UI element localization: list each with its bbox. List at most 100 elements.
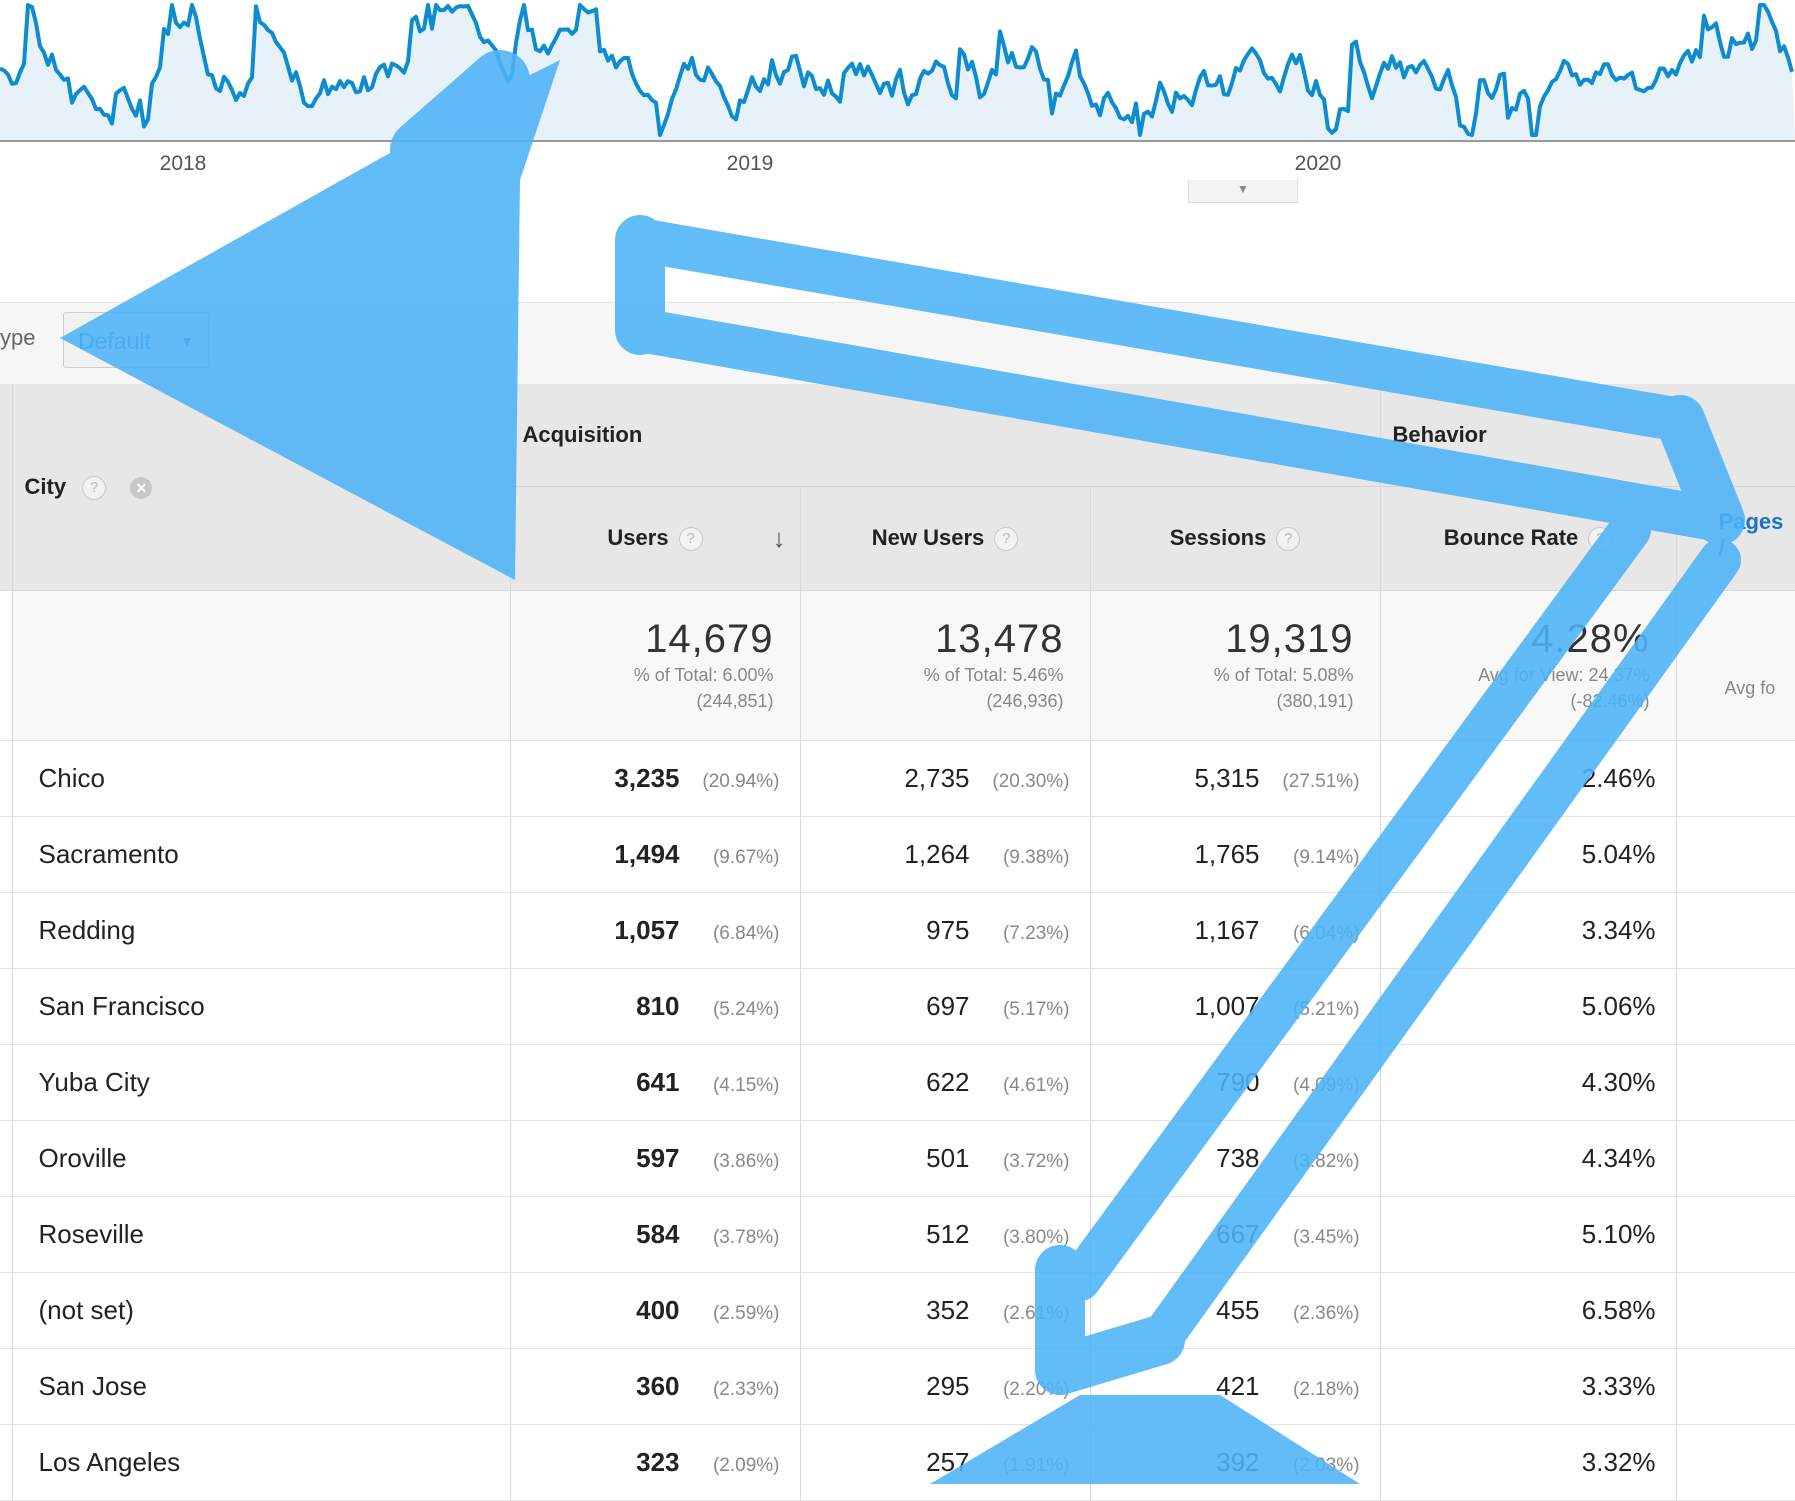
city-link[interactable]: (not set) [12,1272,511,1349]
table-row[interactable]: Roseville 584 (3.78%) 512 (3.80%) 667 (3.45%) 5… [0,1196,1795,1273]
new-users-percent: (7.23%) [1002,922,1070,944]
sessions-percent: (4.09%) [1293,1074,1360,1096]
sessions-value: 421 [1216,1370,1260,1401]
chevron-down-icon: ▼ [1237,182,1249,196]
bounce-rate-cell: 2.46% [1380,740,1677,817]
city-link[interactable]: Oroville [12,1120,511,1197]
users-value: 597 [636,1142,680,1173]
total-new-users-cell: 13,478 % of Total: 5.46% (246,936) [800,590,1091,741]
sessions-value: 5,315 [1194,762,1260,793]
table-row[interactable]: Sacramento 1,494 (9.67%) 1,264 (9.38%) 1,765 (… [0,816,1795,893]
bounce-rate-cell: 3.34% [1380,892,1677,969]
city-link[interactable]: Sacramento [12,816,511,893]
row-selector [0,1120,13,1197]
table-row[interactable]: San Francisco 810 (5.24%) 697 (5.17%) 1,007 (5… [0,968,1795,1045]
users-cell: 597 (3.86%) [510,1120,801,1197]
new-users-cell: 622 (4.61%) [800,1044,1091,1121]
help-icon[interactable]: ? [678,527,703,552]
sessions-column-header[interactable]: Sessions? [1090,486,1381,591]
users-value: 3,235 [614,762,680,793]
city-link[interactable]: Roseville [12,1196,511,1273]
sessions-value: 1,007 [1194,990,1260,1021]
bounce-rate-cell: 5.10% [1380,1196,1677,1273]
sessions-percent: (9.14%) [1293,846,1360,868]
help-icon[interactable]: ? [1276,527,1301,552]
table-body: Chico 3,235 (20.94%) 2,735 (20.30%) 5,315 (27.… [0,740,1795,1501]
type-dropdown[interactable]: Default ▼ [63,312,209,368]
users-value: 360 [636,1370,680,1401]
help-icon[interactable]: ? [1588,527,1613,552]
new-users-cell: 2,735 (20.30%) [800,740,1091,817]
total-bounce-rate-avg: Avg for View: 24.37% [1478,664,1650,685]
new-users-cell: 512 (3.80%) [800,1196,1091,1273]
city-link[interactable]: Chico [12,740,511,817]
users-cell: 810 (5.24%) [510,968,801,1045]
total-bounce-rate-diff: (-82.46%) [1570,690,1650,711]
users-percent: (2.59%) [712,1302,780,1324]
new-users-cell: 697 (5.17%) [800,968,1091,1045]
new-users-column-header[interactable]: New Users? [800,486,1091,591]
new-users-value: 501 [926,1142,970,1173]
bounce-rate-cell: 6.58% [1380,1272,1677,1349]
new-users-percent: (5.17%) [1002,998,1070,1020]
chart-collapse-toggle[interactable]: ▼ [1188,180,1298,203]
table-row[interactable]: Redding 1,057 (6.84%) 975 (7.23%) 1,167 (6.04%… [0,892,1795,969]
table-row[interactable]: Oroville 597 (3.86%) 501 (3.72%) 738 (3.82%) 4.… [0,1120,1795,1197]
new-users-percent: (3.72%) [1002,1150,1070,1172]
caret-down-icon: ▼ [180,333,194,349]
sort-descending-icon[interactable]: ↓ [773,523,786,554]
total-sessions-value: 19,319 [1225,616,1354,661]
users-percent: (20.94%) [702,770,780,792]
table-row[interactable]: Los Angeles 323 (2.09%) 257 (1.91%) 392 (2.03%… [0,1424,1795,1501]
help-icon[interactable]: ? [994,527,1019,552]
row-selector [0,816,13,893]
pages-header-label: Pages / [1718,508,1784,560]
report-table: City ? ✕ Acquisition Behavior Users? ↓ N… [0,384,1795,1501]
group-header-row: City ? ✕ Acquisition Behavior [0,384,1795,591]
city-column-header[interactable]: City ? ✕ [12,384,511,591]
users-column-header[interactable]: Users? ↓ [510,486,801,591]
new-users-header-label: New Users [871,524,985,550]
users-percent: (2.33%) [712,1378,780,1400]
total-new-users-share: % of Total: 5.46% [923,664,1064,685]
sessions-percent: (5.21%) [1293,998,1360,1020]
city-link[interactable]: Yuba City [12,1044,511,1121]
city-link[interactable]: Redding [12,892,511,969]
table-row[interactable]: San Jose 360 (2.33%) 295 (2.20%) 421 (2.18%) 3.… [0,1348,1795,1425]
bounce-rate-cell: 5.06% [1380,968,1677,1045]
table-row[interactable]: Yuba City 641 (4.15%) 622 (4.61%) 790 (4.09%) 4… [0,1044,1795,1121]
sessions-cell: 5,315 (27.51%) [1090,740,1381,817]
sessions-percent: (3.45%) [1293,1226,1360,1248]
row-selector [0,1044,13,1121]
sessions-cell: 667 (3.45%) [1090,1196,1381,1273]
new-users-cell: 295 (2.20%) [800,1348,1091,1425]
users-cell: 641 (4.15%) [510,1044,801,1121]
sessions-value: 455 [1216,1294,1260,1325]
new-users-value: 1,264 [904,838,970,869]
table-row[interactable]: Chico 3,235 (20.94%) 2,735 (20.30%) 5,315 (27.… [0,740,1795,817]
totals-spacer [0,590,13,741]
users-percent: (5.24%) [712,998,780,1020]
total-pages-avg: Avg fo [1724,677,1776,698]
year-label-2018: 2018 [159,152,207,175]
year-label-2020: 2020 [1294,152,1342,175]
bounce-rate-cell: 4.30% [1380,1044,1677,1121]
users-percent: (4.15%) [712,1074,780,1096]
bounce-rate-cell: 3.33% [1380,1348,1677,1425]
city-link[interactable]: Los Angeles [12,1424,511,1501]
pages-per-session-column-header[interactable]: Pages / [1676,486,1795,591]
city-link[interactable]: San Jose [12,1348,511,1425]
table-row[interactable]: (not set) 400 (2.59%) 352 (2.61%) 455 (2.36%) 6… [0,1272,1795,1349]
users-value: 641 [636,1066,680,1097]
pages-per-session-cell [1676,1044,1795,1121]
sessions-value: 1,765 [1194,838,1260,869]
bounce-rate-column-header[interactable]: Bounce Rate? [1380,486,1677,591]
city-link[interactable]: San Francisco [12,968,511,1045]
users-cell: 1,494 (9.67%) [510,816,801,893]
help-icon[interactable]: ? [82,475,107,500]
users-value: 1,494 [614,838,680,869]
row-selector [0,740,13,817]
users-cell: 584 (3.78%) [510,1196,801,1273]
remove-dimension-icon[interactable]: ✕ [130,476,153,499]
total-sessions-cell: 19,319 % of Total: 5.08% (380,191) [1090,590,1381,741]
